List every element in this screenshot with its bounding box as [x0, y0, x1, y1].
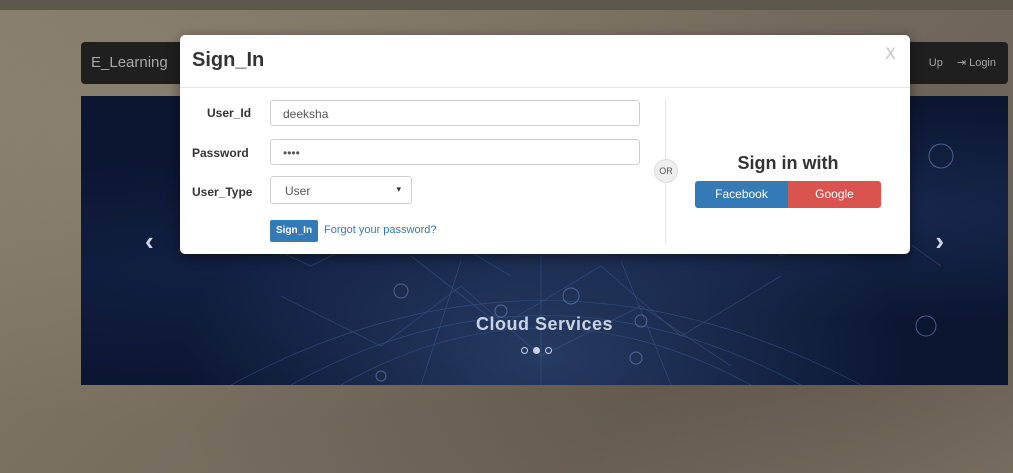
- chevron-down-icon: ▾: [396, 184, 401, 194]
- signin-with-heading: Sign in with: [737, 153, 839, 173]
- carousel-prev-chevron-icon[interactable]: ‹: [145, 226, 154, 257]
- login-icon: ⇥: [956, 57, 967, 69]
- carousel-caption: Cloud Services: [475, 314, 614, 334]
- nav-login-label: Login: [969, 56, 996, 69]
- carousel-indicator-active[interactable]: [533, 347, 540, 354]
- modal-title: Sign_In: [192, 49, 265, 71]
- carousel-indicator[interactable]: [521, 347, 528, 354]
- close-icon[interactable]: X: [885, 44, 896, 63]
- user-id-input[interactable]: deeksha: [270, 100, 640, 126]
- user-type-value: User: [285, 184, 311, 198]
- signin-button[interactable]: Sign_In: [270, 220, 318, 242]
- facebook-button[interactable]: Facebook: [695, 181, 788, 208]
- signin-modal: Sign_In X User_Id deeksha Password •••• …: [180, 35, 910, 254]
- password-label: Password: [192, 146, 249, 160]
- google-button[interactable]: Google: [788, 181, 881, 208]
- nav-signup[interactable]: Up: [929, 57, 943, 69]
- carousel-indicators: [521, 347, 552, 354]
- nav-login[interactable]: ⇥ Login: [956, 56, 996, 70]
- carousel-next-chevron-icon[interactable]: ›: [935, 226, 944, 257]
- user-type-select[interactable]: User ▾: [270, 176, 412, 204]
- forgot-password-link[interactable]: Forgot your password?: [324, 224, 437, 236]
- user-type-label: User_Type: [192, 185, 253, 199]
- carousel-indicator[interactable]: [545, 347, 552, 354]
- password-input[interactable]: ••••: [270, 139, 640, 165]
- nav-right: Up ⇥ Login: [929, 56, 996, 70]
- or-badge: OR: [654, 159, 678, 183]
- modal-header: Sign_In X: [180, 35, 910, 88]
- nav-signup-label: Up: [928, 56, 943, 69]
- user-id-label: User_Id: [207, 106, 252, 120]
- brand-logo[interactable]: E_Learning: [91, 54, 168, 71]
- browser-top-strip: [0, 0, 1013, 10]
